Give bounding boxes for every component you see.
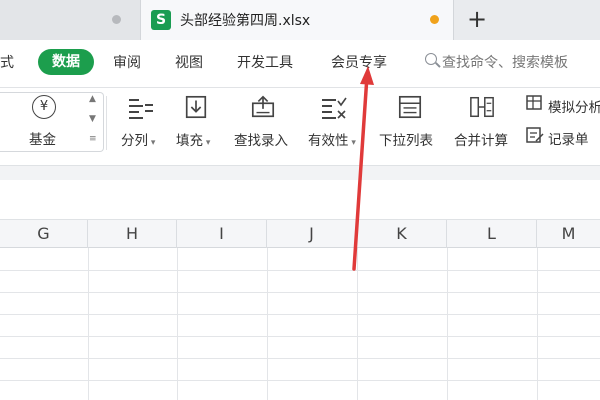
ribbon-separator: [106, 96, 107, 150]
what-if-analysis-icon[interactable]: [526, 94, 544, 112]
expand-gallery-icon[interactable]: ≡: [89, 134, 97, 144]
consolidate-icon[interactable]: [468, 94, 496, 120]
fill-button[interactable]: 填充 ▾: [176, 129, 210, 149]
ribbon-bottom-band: [0, 166, 600, 180]
fund-label[interactable]: 基金: [29, 128, 56, 148]
menu-item-view[interactable]: 视图: [175, 52, 203, 72]
command-search-input[interactable]: 查找命令、搜索模板: [442, 52, 568, 72]
scroll-down-icon[interactable]: ▼: [89, 114, 96, 124]
split-columns-button[interactable]: 分列 ▾: [121, 129, 155, 149]
column-header-g[interactable]: G: [0, 220, 88, 248]
new-tab-button[interactable]: +: [467, 6, 487, 32]
grid-line: [0, 380, 600, 381]
record-form-icon[interactable]: [526, 126, 544, 144]
fill-down-icon[interactable]: [182, 94, 210, 120]
column-header-i[interactable]: I: [177, 220, 267, 248]
menu-item-developer[interactable]: 开发工具: [237, 52, 293, 72]
dropdown-list-button[interactable]: 下拉列表: [379, 129, 433, 149]
menu-item-format[interactable]: 式: [0, 52, 14, 72]
column-header-m[interactable]: M: [537, 220, 600, 248]
record-form-button[interactable]: 记录单: [548, 128, 589, 148]
grid-line: [0, 336, 600, 337]
grid-line: [0, 314, 600, 315]
scroll-up-icon[interactable]: ▲: [89, 94, 96, 104]
spreadsheet-file-icon: S: [151, 10, 171, 30]
lookup-entry-icon[interactable]: [249, 94, 277, 120]
tab-close-dot-icon[interactable]: [112, 15, 121, 24]
grid-line: [0, 358, 600, 359]
menu-item-review[interactable]: 审阅: [113, 52, 141, 72]
dropdown-list-icon[interactable]: [396, 94, 424, 120]
lookup-entry-button[interactable]: 查找录入: [234, 129, 288, 149]
tab-title[interactable]: 头部经验第四周.xlsx: [180, 10, 310, 30]
search-icon[interactable]: [425, 53, 437, 65]
column-header-h[interactable]: H: [88, 220, 177, 248]
formula-bar[interactable]: [0, 180, 600, 220]
unsaved-indicator-icon[interactable]: [430, 15, 439, 24]
split-columns-icon[interactable]: [127, 96, 155, 122]
grid-line: [0, 292, 600, 293]
menu-item-data[interactable]: 数据: [38, 49, 94, 75]
grid-line: [0, 270, 600, 271]
currency-icon[interactable]: ¥: [32, 95, 56, 119]
what-if-analysis-button[interactable]: 模拟分析: [548, 96, 600, 116]
consolidate-button[interactable]: 合并计算: [454, 129, 508, 149]
column-header-l[interactable]: L: [447, 220, 537, 248]
annotation-arrow-icon: [352, 66, 374, 271]
